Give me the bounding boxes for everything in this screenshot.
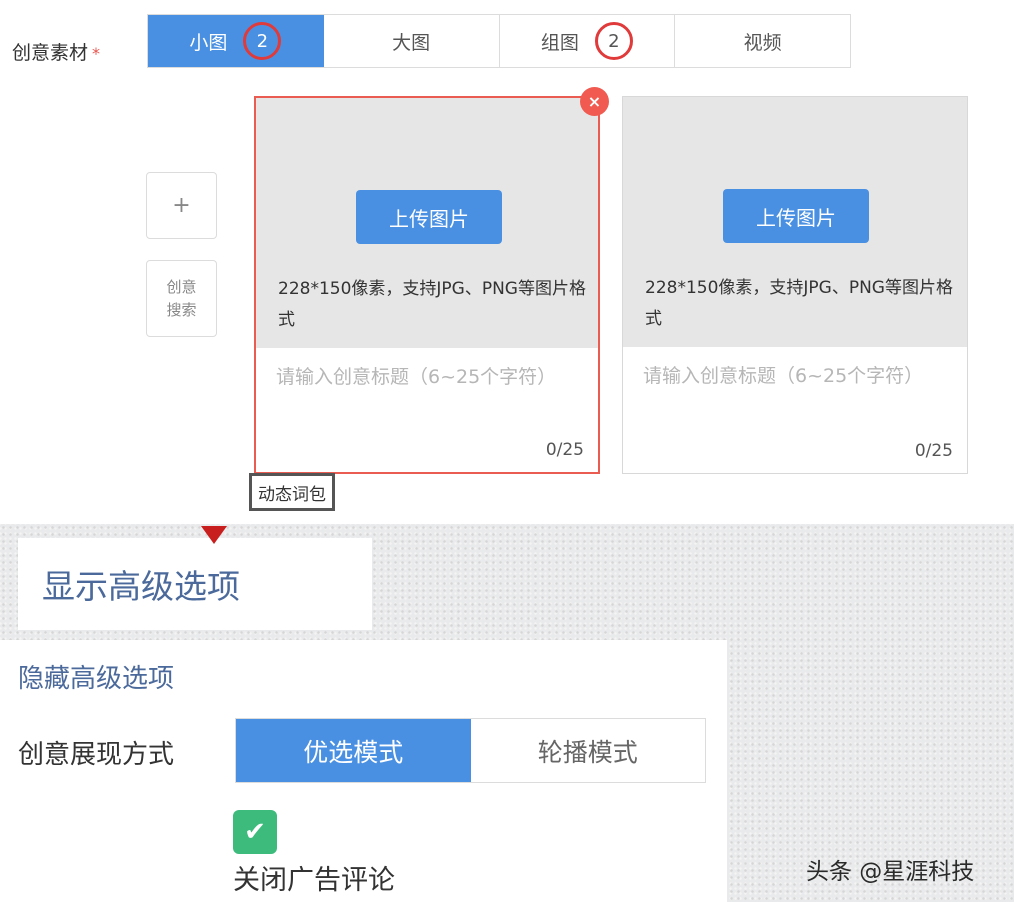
title-char-counter: 0/25 [914, 441, 953, 461]
dynamic-word-pack-button[interactable]: 动态词包 [249, 473, 335, 511]
show-advanced-options-link[interactable]: 显示高级选项 [18, 538, 372, 630]
tab-group-image-label: 组图 [540, 31, 579, 54]
check-icon[interactable]: ✔ [233, 810, 277, 854]
upload-tip: 228*150像素，支持JPG、PNG等图片格式 [645, 278, 953, 329]
display-mode-toggle: 优选模式 轮播模式 [235, 718, 706, 783]
tab-large-image[interactable]: 大图 [323, 15, 500, 67]
title-char-counter: 0/25 [545, 440, 584, 460]
tab-small-image-count: 2 [243, 22, 282, 60]
creative-card-2[interactable]: 上传图片 228*150像素，支持JPG、PNG等图片格式 请输入创意标题（6~… [622, 96, 968, 474]
material-type-tabs: 小图 2 大图 组图 2 视频 [147, 14, 851, 68]
tab-group-image-count: 2 [594, 22, 633, 60]
display-mode-label: 创意展现方式 [18, 740, 175, 770]
tab-video-label: 视频 [743, 31, 782, 54]
mode-carousel-button[interactable]: 轮播模式 [470, 719, 705, 782]
creative-material-label: 创意素材 * [12, 38, 100, 65]
creative-title-input[interactable]: 请输入创意标题（6~25个字符） [643, 359, 943, 394]
add-creative-button[interactable]: + [146, 172, 217, 239]
tab-group-image[interactable]: 组图 2 [499, 15, 676, 67]
tab-large-image-label: 大图 [392, 31, 431, 54]
tab-small-image[interactable]: 小图 2 [148, 15, 324, 67]
creative-card-1[interactable]: 上传图片 228*150像素，支持JPG、PNG等图片格式 请输入创意标题（6~… [254, 96, 600, 474]
upload-image-button[interactable]: 上传图片 [723, 189, 869, 243]
arrow-down-icon [201, 526, 227, 544]
upload-tip: 228*150像素，支持JPG、PNG等图片格式 [278, 279, 586, 330]
close-ad-comments-label: 关闭广告评论 [233, 865, 395, 896]
creative-title-input[interactable]: 请输入创意标题（6~25个字符） [276, 360, 576, 395]
hide-advanced-options-link[interactable]: 隐藏高级选项 [18, 658, 174, 695]
required-mark: * [92, 44, 101, 63]
close-icon[interactable]: × [580, 87, 609, 116]
tab-video[interactable]: 视频 [675, 15, 850, 67]
creative-search-button[interactable]: 创意搜索 [146, 260, 217, 337]
tab-small-image-label: 小图 [189, 31, 228, 54]
creative-material-label-text: 创意素材 [12, 42, 89, 64]
watermark: 头条 @星涯科技 [806, 859, 975, 885]
upload-image-button[interactable]: 上传图片 [356, 190, 502, 244]
mode-optimized-button[interactable]: 优选模式 [236, 719, 471, 782]
